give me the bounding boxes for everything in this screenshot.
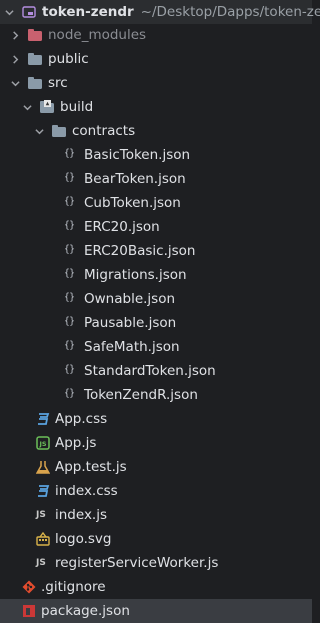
tree-item-label: .gitignore [41, 579, 106, 595]
build-folder-icon [40, 100, 54, 114]
chevron-right-icon[interactable] [10, 30, 20, 40]
svg-file-icon [36, 531, 50, 546]
folder-icon [28, 76, 42, 90]
git-icon [22, 580, 36, 594]
tree-item-public[interactable]: public [0, 47, 312, 71]
css-file-icon [36, 412, 50, 426]
json-file-icon: {} [64, 292, 75, 303]
tree-item-src[interactable]: src [0, 71, 312, 95]
json-file-icon: {} [64, 316, 75, 327]
tree-item-file[interactable]: {} TokenZendR.json [0, 383, 312, 407]
module-folder-icon [22, 5, 36, 19]
svg-text:JS: JS [38, 440, 46, 448]
json-file-icon: {} [64, 172, 75, 183]
tree-item-file[interactable]: .gitignore [0, 575, 312, 599]
tree-item-label: package.json [41, 603, 130, 619]
tree-item-label: registerServiceWorker.js [55, 555, 219, 571]
tree-item-file[interactable]: JS index.js [0, 503, 312, 527]
tree-item-file[interactable]: JS App.js [0, 431, 312, 455]
project-path: ~/Desktop/Dapps/token-ze [140, 4, 320, 20]
tree-item-file[interactable]: {} BasicToken.json [0, 143, 312, 167]
tree-item-file-selected[interactable]: package.json [0, 599, 312, 623]
json-file-icon: {} [64, 268, 75, 279]
tree-item-file[interactable]: JS registerServiceWorker.js [0, 551, 312, 575]
tree-item-label: logo.svg [55, 531, 112, 547]
tree-item-contracts[interactable]: contracts [0, 119, 312, 143]
chevron-down-icon[interactable] [4, 7, 14, 17]
css-file-icon [36, 484, 50, 498]
tree-item-label: Ownable.json [84, 291, 176, 307]
folder-icon [28, 52, 42, 66]
tree-item-file[interactable]: {} CubToken.json [0, 191, 312, 215]
tree-item-label: ERC20Basic.json [84, 243, 196, 259]
tree-item-node-modules[interactable]: node_modules [0, 23, 312, 47]
tree-item-label: contracts [72, 123, 136, 139]
chevron-down-icon[interactable] [22, 102, 32, 112]
tree-item-label: App.css [55, 411, 108, 427]
tree-item-label: Migrations.json [84, 267, 187, 283]
tree-item-label: BasicToken.json [84, 147, 191, 163]
tree-item-file[interactable]: {} BearToken.json [0, 167, 312, 191]
tree-item-file[interactable]: logo.svg [0, 527, 312, 551]
tree-item-label: TokenZendR.json [84, 387, 198, 403]
tree-item-label: SafeMath.json [84, 339, 180, 355]
js-file-icon: JS [36, 558, 46, 568]
tree-item-label: index.js [55, 507, 108, 523]
tree-item-label: build [60, 99, 94, 115]
tree-item-label: public [48, 51, 89, 67]
tree-item-file[interactable]: {} StandardToken.json [0, 359, 312, 383]
tree-item-file[interactable]: {} SafeMath.json [0, 335, 312, 359]
tree-item-file[interactable]: {} Migrations.json [0, 263, 312, 287]
folder-icon [52, 124, 66, 138]
tree-item-label: Pausable.json [84, 315, 177, 331]
js-app-file-icon: JS [36, 436, 50, 450]
chevron-down-icon[interactable] [34, 126, 44, 136]
tree-item-build[interactable]: build [0, 95, 312, 119]
tree-item-label: StandardToken.json [84, 363, 216, 379]
chevron-right-icon[interactable] [10, 54, 20, 64]
excluded-folder-icon [28, 28, 42, 42]
npm-icon [22, 604, 36, 618]
tree-item-label: BearToken.json [84, 171, 186, 187]
project-name: token-zendr [42, 4, 134, 20]
tree-item-file[interactable]: {} ERC20.json [0, 215, 312, 239]
json-file-icon: {} [64, 244, 75, 255]
tree-item-label: ERC20.json [84, 219, 160, 235]
json-file-icon: {} [64, 220, 75, 231]
json-file-icon: {} [64, 388, 75, 399]
tree-item-file[interactable]: App.css [0, 407, 312, 431]
project-root-row[interactable]: token-zendr ~/Desktop/Dapps/token-ze [0, 0, 320, 24]
tree-item-file[interactable]: App.test.js [0, 455, 312, 479]
tree-item-label: node_modules [48, 27, 147, 43]
tree-item-file[interactable]: {} Ownable.json [0, 287, 312, 311]
js-file-icon: JS [36, 510, 46, 520]
json-file-icon: {} [64, 340, 75, 351]
json-file-icon: {} [64, 196, 75, 207]
json-file-icon: {} [64, 364, 75, 375]
tree-item-label: CubToken.json [84, 195, 181, 211]
tree-item-file[interactable]: {} ERC20Basic.json [0, 239, 312, 263]
test-file-icon [35, 460, 51, 474]
tree-item-label: src [48, 75, 68, 91]
tree-item-file[interactable]: {} Pausable.json [0, 311, 312, 335]
chevron-down-icon[interactable] [10, 78, 20, 88]
tree-item-label: App.js [55, 435, 97, 451]
tree-item-label: index.css [55, 483, 118, 499]
tree-item-file[interactable]: index.css [0, 479, 312, 503]
json-file-icon: {} [64, 148, 75, 159]
tree-item-label: App.test.js [55, 459, 127, 475]
